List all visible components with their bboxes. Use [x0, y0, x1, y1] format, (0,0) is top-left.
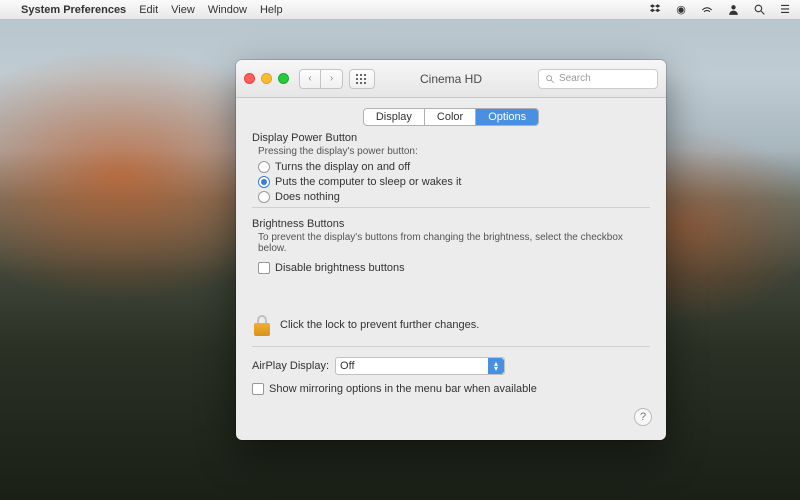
power-section-subtitle: Pressing the display's power button: — [258, 146, 650, 157]
status-icon[interactable]: ◉ — [674, 3, 688, 17]
radio-label: Turns the display on and off — [275, 161, 410, 173]
search-icon — [545, 74, 555, 84]
spotlight-icon[interactable] — [752, 3, 766, 17]
airplay-row: AirPlay Display: Off ▴▾ — [252, 357, 650, 375]
search-field[interactable]: Search — [538, 69, 658, 89]
wifi-icon[interactable] — [700, 3, 714, 17]
checkbox-icon — [258, 262, 270, 274]
tab-display[interactable]: Display — [364, 109, 425, 125]
mirror-checkbox-row[interactable]: Show mirroring options in the menu bar w… — [252, 383, 650, 395]
power-section-title: Display Power Button — [252, 132, 650, 144]
radio-label: Does nothing — [275, 191, 340, 203]
menubar-app-name[interactable]: System Preferences — [21, 4, 126, 16]
dropbox-icon[interactable] — [648, 3, 662, 17]
radio-icon — [258, 176, 270, 188]
help-button[interactable]: ? — [634, 408, 652, 426]
airplay-value: Off — [340, 360, 354, 372]
preferences-window: ‹ › Cinema HD Search Display Color Optio… — [236, 60, 666, 440]
brightness-section-title: Brightness Buttons — [252, 218, 650, 230]
mirror-label: Show mirroring options in the menu bar w… — [269, 383, 537, 395]
radio-icon — [258, 161, 270, 173]
search-placeholder: Search — [559, 73, 591, 84]
forward-button[interactable]: › — [321, 69, 343, 89]
menubar-edit[interactable]: Edit — [139, 4, 158, 16]
lock-text: Click the lock to prevent further change… — [280, 319, 479, 331]
radio-sleep-wake[interactable]: Puts the computer to sleep or wakes it — [258, 176, 650, 188]
airplay-label: AirPlay Display: — [252, 360, 329, 372]
menubar-help[interactable]: Help — [260, 4, 283, 16]
minimize-button[interactable] — [261, 73, 272, 84]
checkbox-icon — [252, 383, 264, 395]
lock-row: Click the lock to prevent further change… — [252, 310, 650, 340]
zoom-button[interactable] — [278, 73, 289, 84]
show-all-button[interactable] — [349, 69, 375, 89]
radio-turns-display[interactable]: Turns the display on and off — [258, 161, 650, 173]
traffic-lights — [244, 73, 289, 84]
disable-brightness-checkbox[interactable]: Disable brightness buttons — [258, 262, 650, 274]
divider — [252, 346, 650, 347]
window-title: Cinema HD — [420, 72, 482, 86]
back-button[interactable]: ‹ — [299, 69, 321, 89]
airplay-select[interactable]: Off ▴▾ — [335, 357, 505, 375]
titlebar[interactable]: ‹ › Cinema HD Search — [236, 60, 666, 98]
divider — [252, 207, 650, 208]
user-icon[interactable] — [726, 3, 740, 17]
radio-label: Puts the computer to sleep or wakes it — [275, 176, 461, 188]
close-button[interactable] — [244, 73, 255, 84]
brightness-section-subtitle: To prevent the display's buttons from ch… — [258, 232, 650, 254]
lock-icon[interactable] — [252, 314, 272, 336]
radio-does-nothing[interactable]: Does nothing — [258, 191, 650, 203]
checkbox-label: Disable brightness buttons — [275, 262, 405, 274]
menubar: System Preferences Edit View Window Help… — [0, 0, 800, 20]
tab-color[interactable]: Color — [425, 109, 476, 125]
content-area: Display Power Button Pressing the displa… — [236, 132, 666, 395]
menubar-window[interactable]: Window — [208, 4, 247, 16]
radio-icon — [258, 191, 270, 203]
tab-bar: Display Color Options — [236, 98, 666, 132]
menubar-view[interactable]: View — [171, 4, 195, 16]
tab-options[interactable]: Options — [476, 109, 538, 125]
menu-extras-icon[interactable]: ☰ — [778, 3, 792, 17]
select-arrows-icon: ▴▾ — [488, 358, 504, 374]
